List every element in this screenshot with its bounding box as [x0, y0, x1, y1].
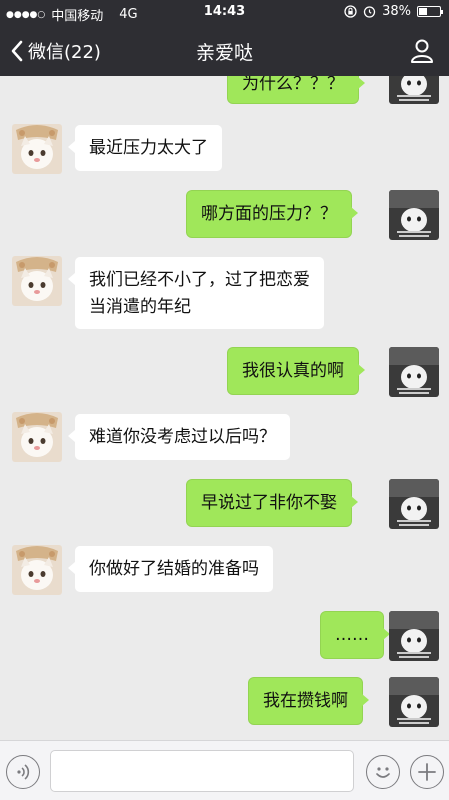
message-text: 你做好了结婚的准备吗	[89, 559, 259, 579]
cat-photo-icon	[389, 479, 439, 529]
message-bubble-in[interactable]: 最近压力太大了	[68, 124, 223, 172]
message-bubble-in[interactable]: 我们已经不小了，过了把恋爱 当消遣的年纪	[68, 256, 325, 330]
nav-bar: 微信(22) 亲爱哒	[0, 26, 449, 76]
alarm-icon	[363, 6, 376, 18]
contact-avatar[interactable]	[12, 124, 62, 174]
status-bar: ●●●●○ 中国移动 4G 14:43 38%	[0, 0, 449, 26]
my-avatar[interactable]	[389, 677, 439, 727]
contact-avatar[interactable]	[12, 256, 62, 306]
message-bubble-out[interactable]: 我很认真的啊	[227, 347, 365, 395]
message-text: 哪方面的压力？？	[201, 204, 337, 224]
cat-photo-icon	[389, 190, 439, 240]
message-text: 我在攒钱啊	[263, 691, 348, 711]
my-avatar[interactable]	[389, 611, 439, 661]
emoji-button[interactable]	[366, 755, 400, 789]
message-bubble-out[interactable]: ……	[320, 611, 390, 659]
my-avatar[interactable]	[389, 190, 439, 240]
message-bubble-out[interactable]: 早说过了非你不娶	[186, 479, 358, 527]
message-bubble-in[interactable]: 难道你没考虑过以后吗？	[68, 413, 291, 461]
message-text: 我很认真的啊	[242, 361, 344, 381]
voice-icon	[16, 763, 29, 780]
cat-avatar-icon	[12, 545, 62, 595]
my-avatar[interactable]	[389, 479, 439, 529]
chevron-left-icon	[11, 40, 23, 62]
cat-photo-icon	[389, 76, 439, 104]
cat-photo-icon	[389, 611, 439, 661]
message-text: ……	[335, 625, 369, 645]
chat-area[interactable]: 为什么？？？ 最近压力太大了 哪方面的压力？？ 我们已经不小了，过了把恋爱 当消…	[0, 76, 449, 740]
message-bubble-in[interactable]: 你做好了结婚的准备吗	[68, 545, 274, 593]
cat-photo-icon	[389, 677, 439, 727]
voice-button[interactable]	[6, 755, 40, 789]
contact-avatar[interactable]	[12, 412, 62, 462]
rotation-lock-icon	[344, 5, 357, 18]
message-input[interactable]	[50, 750, 354, 792]
battery-percent: 38%	[382, 4, 411, 19]
back-button[interactable]: 微信(22)	[10, 38, 101, 64]
cat-photo-icon	[389, 347, 439, 397]
battery-icon	[417, 6, 443, 17]
cat-avatar-icon	[12, 256, 62, 306]
emoji-icon	[375, 766, 390, 778]
battery-fill	[419, 8, 427, 15]
message-text: 最近压力太大了	[89, 138, 208, 158]
user-icon	[411, 39, 433, 63]
message-text-line: 当消遣的年纪	[89, 297, 191, 317]
profile-button[interactable]	[409, 38, 435, 64]
message-text: 早说过了非你不娶	[201, 493, 337, 513]
input-bar	[0, 740, 449, 800]
message-bubble-out[interactable]: 我在攒钱啊	[248, 677, 369, 725]
contact-avatar[interactable]	[12, 545, 62, 595]
message-text: 为什么？？？	[242, 76, 344, 94]
back-label: 微信(22)	[28, 42, 101, 63]
cat-avatar-icon	[12, 124, 62, 174]
message-bubble-out[interactable]: 为什么？？？	[227, 76, 365, 104]
my-avatar[interactable]	[389, 347, 439, 397]
status-right: 38%	[344, 4, 443, 19]
cat-avatar-icon	[12, 412, 62, 462]
message-text-line: 我们已经不小了，过了把恋爱	[89, 270, 310, 290]
message-bubble-out[interactable]: 哪方面的压力？？	[186, 190, 358, 238]
plus-icon	[417, 762, 436, 781]
my-avatar[interactable]	[389, 76, 439, 104]
message-text: 难道你没考虑过以后吗？	[89, 427, 276, 447]
more-button[interactable]	[410, 755, 444, 789]
